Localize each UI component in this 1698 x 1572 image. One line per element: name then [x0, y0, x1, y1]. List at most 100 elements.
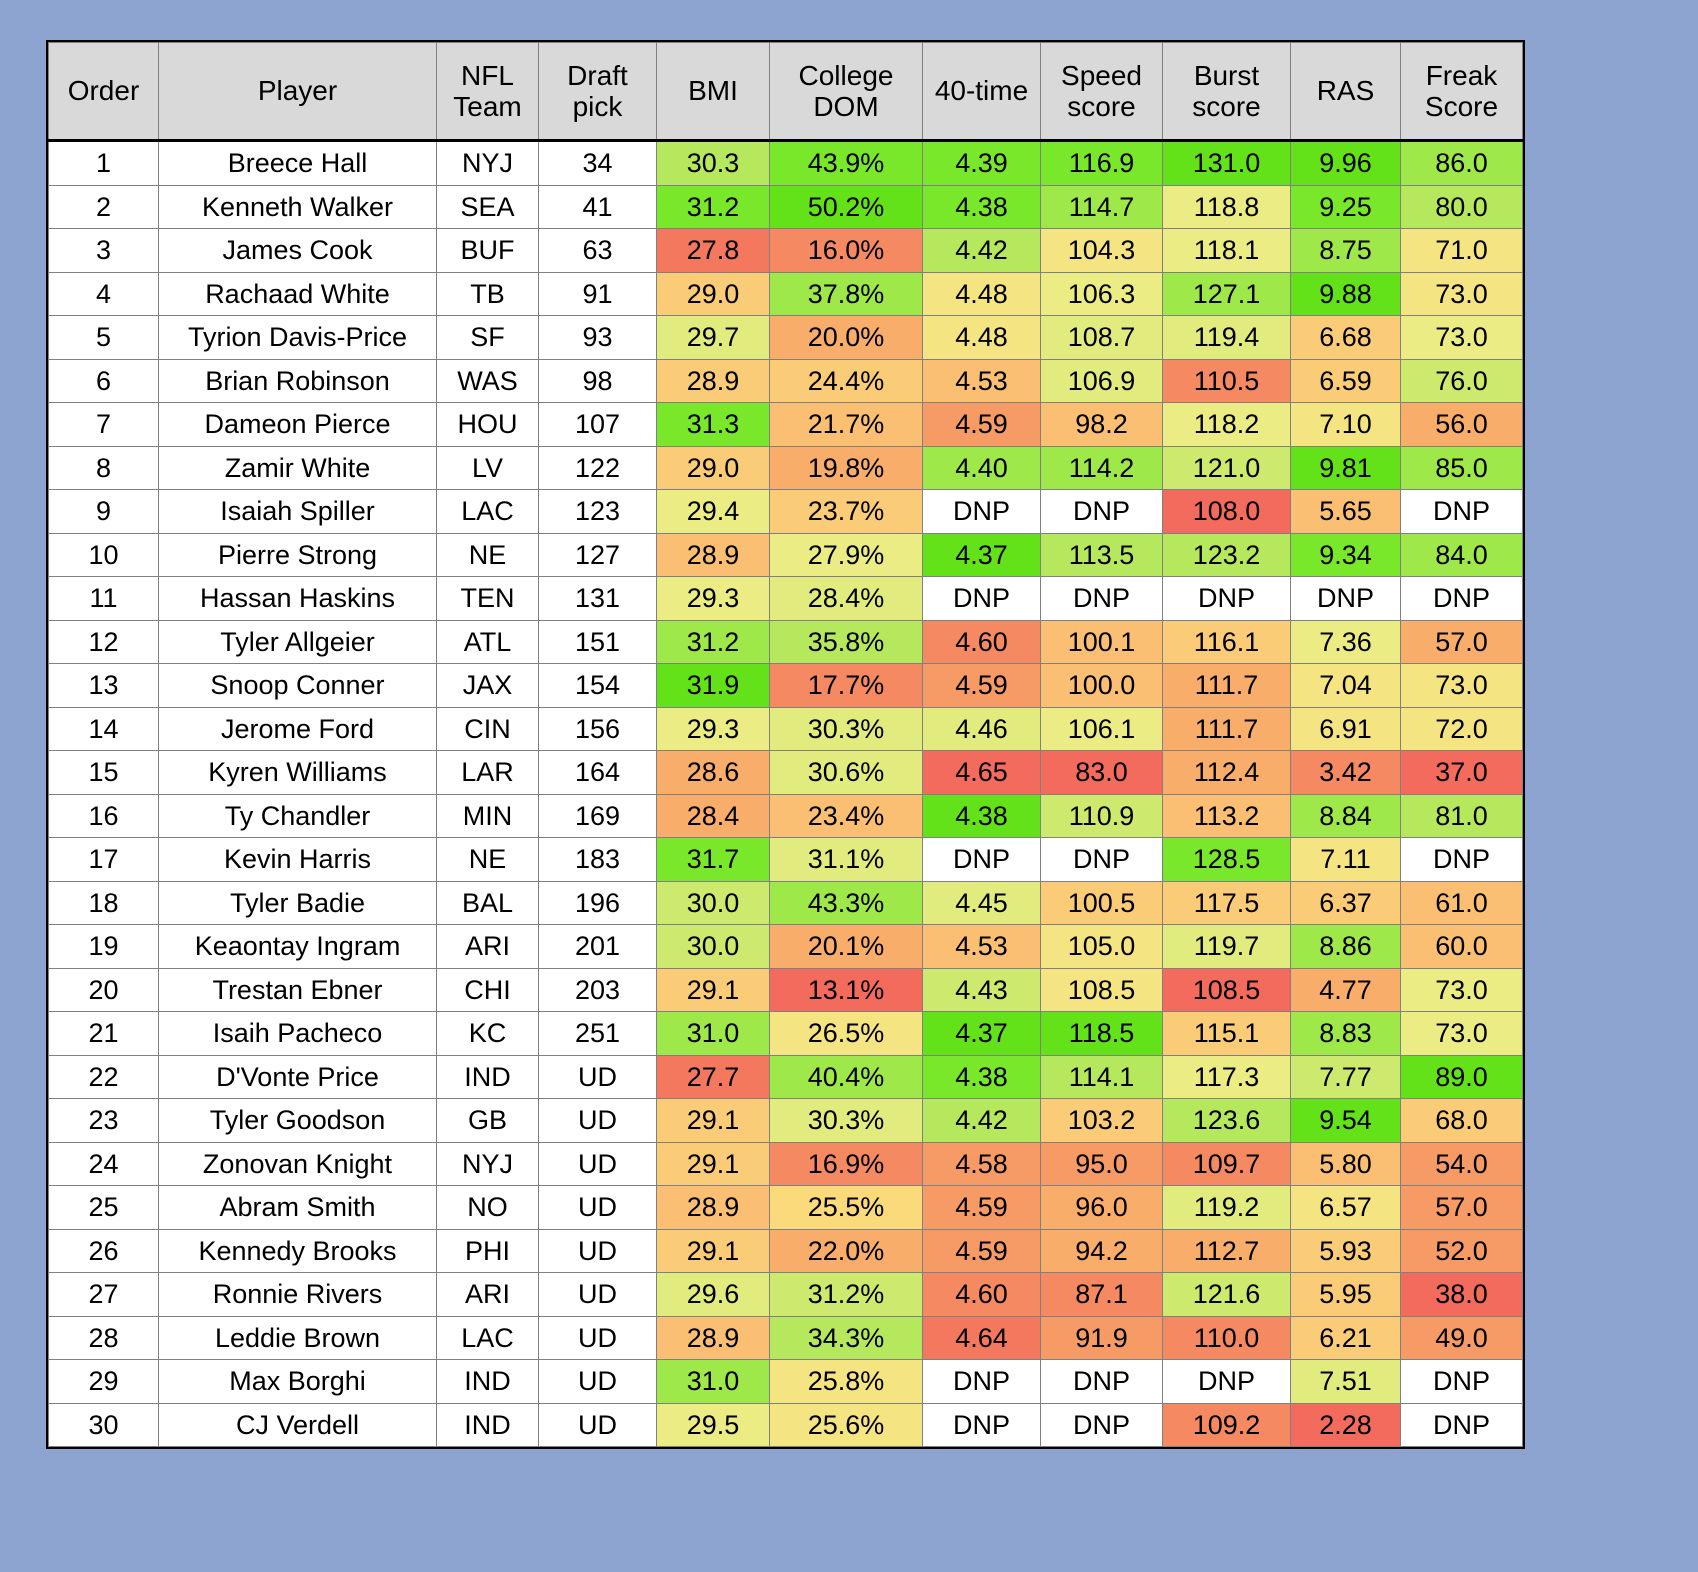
cell-burst: 109.7: [1162, 1141, 1291, 1186]
table-row: 2 Kenneth Walker SEA 41 31.2 50.2% 4.38 114.7 11…: [48, 184, 1523, 229]
table-row: 13 Snoop Conner JAX 154 31.9 17.7% 4.59 100.0 11…: [48, 663, 1523, 708]
cell-freak: 73.0: [1400, 315, 1523, 360]
cell-player: Keaontay Ingram: [158, 924, 437, 969]
cell-freak: DNP: [1400, 489, 1523, 534]
cell-burst: 123.6: [1162, 1098, 1291, 1143]
cell-pick: 63: [538, 228, 657, 273]
cell-pick: 201: [538, 924, 657, 969]
cell-burst: 108.5: [1162, 967, 1291, 1012]
column-header-player: Player: [158, 42, 437, 142]
cell-dom: 31.1%: [769, 837, 923, 882]
table-row: 6 Brian Robinson WAS 98 28.9 24.4% 4.53 106.9 11…: [48, 358, 1523, 403]
cell-freak: 85.0: [1400, 445, 1523, 490]
cell-player: Kyren Williams: [158, 750, 437, 795]
cell-burst: 109.2: [1162, 1402, 1291, 1447]
cell-bmi: 29.7: [656, 315, 770, 360]
cell-forty: 4.65: [922, 750, 1041, 795]
cell-forty: 4.64: [922, 1315, 1041, 1360]
table-row: 5 Tyrion Davis-Price SF 93 29.7 20.0% 4.48 108.…: [48, 315, 1523, 360]
cell-order: 10: [48, 532, 159, 577]
cell-team: SEA: [436, 184, 539, 229]
cell-speed: 100.5: [1040, 880, 1163, 925]
cell-freak: 73.0: [1400, 663, 1523, 708]
cell-forty: 4.39: [922, 140, 1041, 186]
cell-burst: 113.2: [1162, 793, 1291, 838]
cell-bmi: 31.9: [656, 663, 770, 708]
cell-team: LAR: [436, 750, 539, 795]
cell-ras: 5.95: [1290, 1272, 1401, 1317]
table-body: 1 Breece Hall NYJ 34 30.3 43.9% 4.39 116.9 131.0…: [48, 140, 1523, 1447]
cell-order: 6: [48, 358, 159, 403]
cell-dom: 50.2%: [769, 184, 923, 229]
cell-dom: 30.3%: [769, 1098, 923, 1143]
table-row: 19 Keaontay Ingram ARI 201 30.0 20.1% 4.53 105.…: [48, 924, 1523, 969]
cell-player: James Cook: [158, 228, 437, 273]
cell-pick: 91: [538, 271, 657, 316]
cell-dom: 21.7%: [769, 402, 923, 447]
cell-forty: 4.38: [922, 184, 1041, 229]
cell-ras: 8.86: [1290, 924, 1401, 969]
cell-freak: 72.0: [1400, 706, 1523, 751]
cell-team: LAC: [436, 1315, 539, 1360]
cell-speed: 91.9: [1040, 1315, 1163, 1360]
cell-dom: 20.0%: [769, 315, 923, 360]
table-row: 28 Leddie Brown LAC UD 28.9 34.3% 4.64 91.9 110.…: [48, 1315, 1523, 1360]
cell-order: 13: [48, 663, 159, 708]
cell-pick: 41: [538, 184, 657, 229]
cell-team: IND: [436, 1359, 539, 1404]
cell-order: 1: [48, 140, 159, 186]
cell-speed: 110.9: [1040, 793, 1163, 838]
cell-team: ARI: [436, 1272, 539, 1317]
column-header-freak: Freak Score: [1400, 42, 1523, 142]
cell-ras: 4.77: [1290, 967, 1401, 1012]
cell-bmi: 31.2: [656, 184, 770, 229]
cell-pick: 151: [538, 619, 657, 664]
cell-freak: 68.0: [1400, 1098, 1523, 1143]
cell-order: 22: [48, 1054, 159, 1099]
cell-bmi: 27.8: [656, 228, 770, 273]
cell-pick: UD: [538, 1054, 657, 1099]
cell-speed: 100.1: [1040, 619, 1163, 664]
table-row: 3 James Cook BUF 63 27.8 16.0% 4.42 104.3 118.1 8…: [48, 228, 1523, 273]
cell-ras: 7.36: [1290, 619, 1401, 664]
cell-burst: 112.4: [1162, 750, 1291, 795]
cell-forty: 4.37: [922, 1011, 1041, 1056]
cell-order: 11: [48, 576, 159, 621]
cell-ras: 5.93: [1290, 1228, 1401, 1273]
cell-dom: 13.1%: [769, 967, 923, 1012]
cell-order: 18: [48, 880, 159, 925]
cell-dom: 24.4%: [769, 358, 923, 403]
cell-player: Tyler Goodson: [158, 1098, 437, 1143]
column-header-label: 40-time: [934, 75, 1029, 107]
header-row: Order Player NFL Team Draft pick BMI College DOM…: [48, 42, 1523, 142]
cell-freak: 80.0: [1400, 184, 1523, 229]
cell-team: ATL: [436, 619, 539, 664]
cell-ras: 8.83: [1290, 1011, 1401, 1056]
column-header-label: Score: [1424, 91, 1499, 122]
cell-bmi: 28.4: [656, 793, 770, 838]
cell-ras: 9.81: [1290, 445, 1401, 490]
cell-dom: 16.0%: [769, 228, 923, 273]
cell-freak: 56.0: [1400, 402, 1523, 447]
column-header-label: pick: [572, 91, 623, 122]
cell-bmi: 28.9: [656, 358, 770, 403]
column-header-label: score: [1192, 91, 1261, 122]
column-header-label: Draft: [567, 59, 628, 91]
cell-bmi: 29.1: [656, 1228, 770, 1273]
cell-freak: 73.0: [1400, 967, 1523, 1012]
cell-dom: 23.7%: [769, 489, 923, 534]
cell-team: IND: [436, 1402, 539, 1447]
cell-order: 19: [48, 924, 159, 969]
cell-bmi: 29.1: [656, 1141, 770, 1186]
cell-pick: UD: [538, 1402, 657, 1447]
cell-player: Dameon Pierce: [158, 402, 437, 447]
cell-bmi: 28.6: [656, 750, 770, 795]
cell-freak: 38.0: [1400, 1272, 1523, 1317]
cell-speed: 98.2: [1040, 402, 1163, 447]
cell-burst: 128.5: [1162, 837, 1291, 882]
cell-pick: 34: [538, 140, 657, 186]
cell-dom: 30.6%: [769, 750, 923, 795]
cell-order: 25: [48, 1185, 159, 1230]
cell-freak: 49.0: [1400, 1315, 1523, 1360]
cell-bmi: 29.0: [656, 271, 770, 316]
